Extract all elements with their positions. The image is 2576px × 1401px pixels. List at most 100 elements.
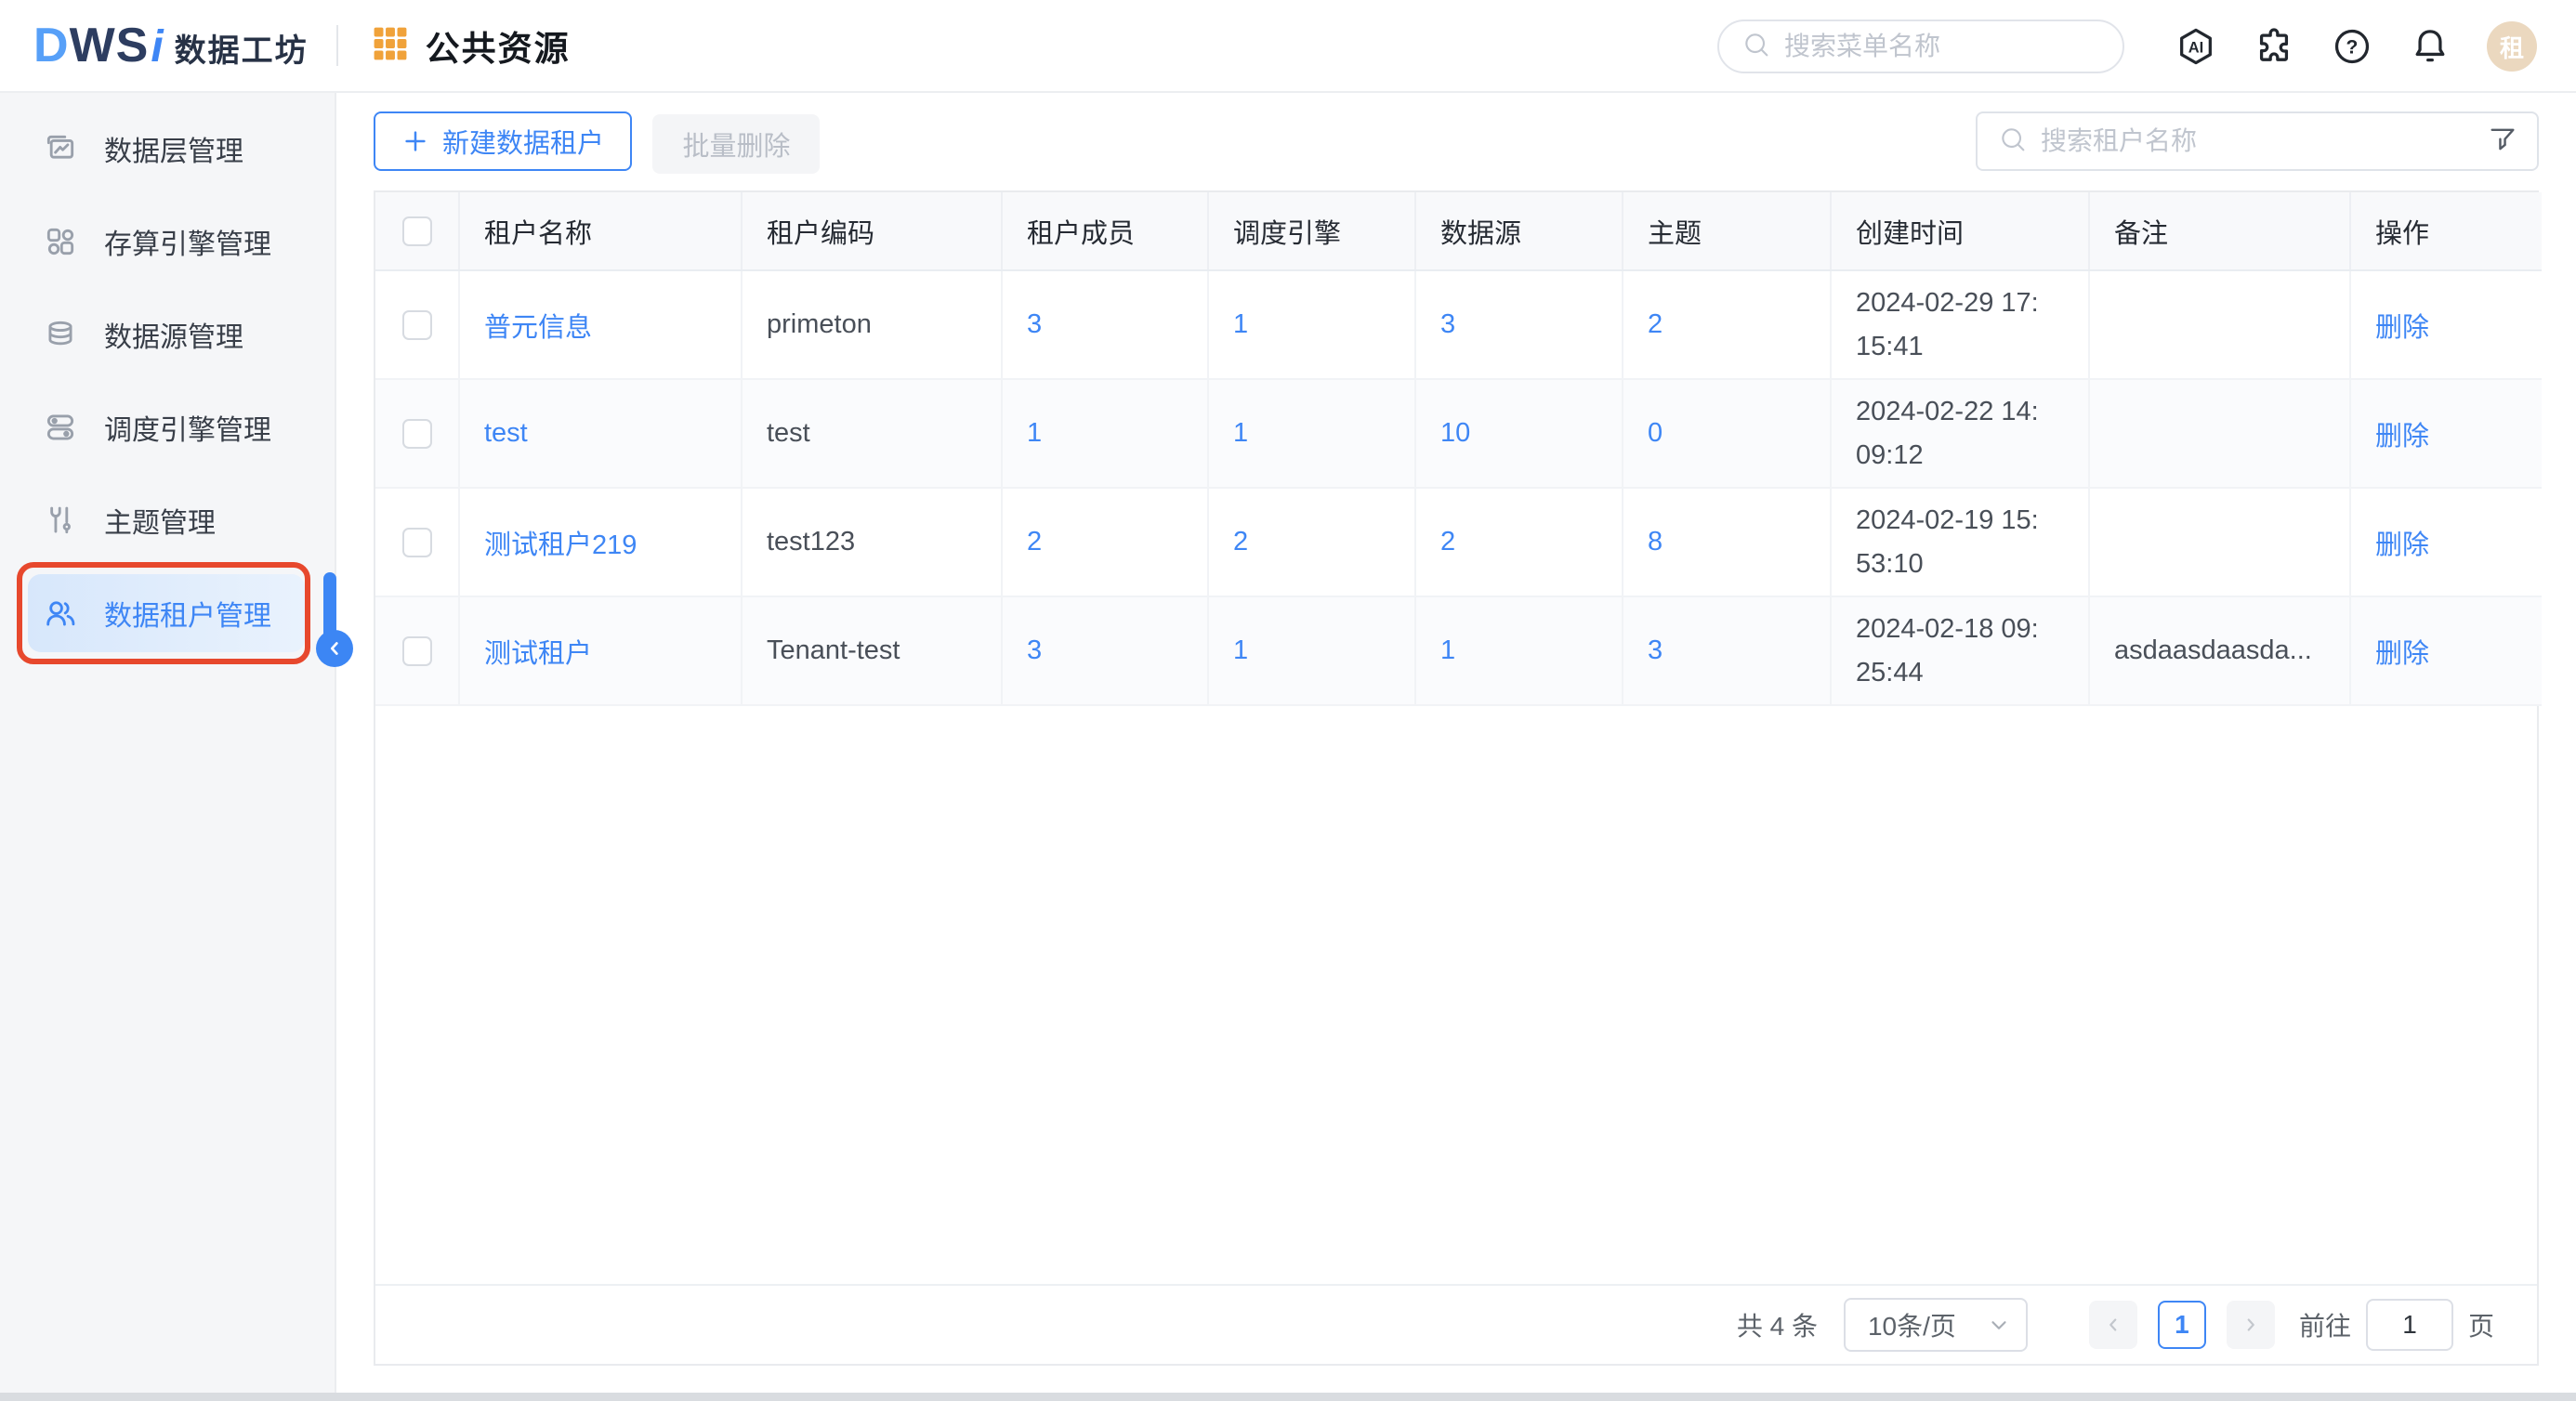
window-bottom-edge: [0, 1393, 2576, 1401]
tenant-search-input[interactable]: [2041, 126, 2474, 156]
remark-cell: [2089, 270, 2350, 379]
page-unit-label: 页: [2468, 1306, 2494, 1343]
datasources-count-link[interactable]: 2: [1440, 527, 1455, 556]
delete-link[interactable]: 删除: [2375, 530, 2429, 560]
tools-icon: [43, 503, 78, 538]
created-time-cell: 2024-02-18 09:25:44: [1831, 596, 2089, 705]
prev-page-button[interactable]: [2089, 1301, 2137, 1349]
search-icon: [1998, 124, 2028, 159]
chevron-left-icon: [2103, 1315, 2123, 1335]
tenant-code-cell: Tenant-test: [742, 596, 1002, 705]
sidebar-item-label: 数据层管理: [104, 128, 243, 169]
column-header: 主题: [1623, 192, 1831, 270]
tenant-name-link[interactable]: 测试租户219: [484, 530, 637, 560]
database-icon: [43, 317, 78, 352]
server-icon: [43, 410, 78, 445]
sidebar-item-3[interactable]: 数据源管理: [0, 288, 335, 381]
tenant-name-link[interactable]: test: [484, 418, 528, 448]
remark-cell: asdaasdaasda...: [2089, 596, 2350, 705]
members-count-link[interactable]: 1: [1027, 418, 1042, 448]
row-checkbox[interactable]: [402, 419, 432, 449]
column-header: 备注: [2089, 192, 2350, 270]
tenant-name-link[interactable]: 测试租户: [484, 639, 592, 669]
chevron-down-icon: [1987, 1313, 2011, 1337]
datasources-count-link[interactable]: 3: [1440, 309, 1455, 339]
page-size-select[interactable]: 10条/页: [1844, 1298, 2028, 1352]
goto-label: 前往: [2299, 1306, 2351, 1343]
engines-count-link[interactable]: 1: [1233, 309, 1248, 339]
datasources-count-link[interactable]: 1: [1440, 635, 1455, 665]
engine-icon: [43, 224, 78, 259]
engines-count-link[interactable]: 2: [1233, 527, 1248, 556]
remark-cell: [2089, 488, 2350, 596]
chevron-right-icon: [2241, 1315, 2261, 1335]
search-icon: [1741, 30, 1771, 64]
delete-link[interactable]: 删除: [2375, 639, 2429, 669]
module-grid-icon: [370, 23, 411, 69]
pagination-bar: 共 4 条 10条/页 1: [375, 1284, 2537, 1364]
avatar[interactable]: 租: [2487, 21, 2537, 72]
notification-icon[interactable]: [2409, 25, 2451, 68]
select-all-checkbox[interactable]: [402, 216, 432, 246]
tenant-search-box[interactable]: [1976, 111, 2539, 171]
sidebar: 数据层管理存算引擎管理数据源管理调度引擎管理主题管理数据租户管理: [0, 93, 336, 1401]
delete-link[interactable]: 删除: [2375, 313, 2429, 343]
sidebar-item-4[interactable]: 调度引擎管理: [0, 381, 335, 474]
topics-count-link[interactable]: 8: [1648, 527, 1663, 556]
menu-search-input[interactable]: [1784, 32, 2113, 61]
help-icon[interactable]: ?: [2331, 25, 2373, 68]
sidebar-item-6[interactable]: 数据租户管理: [28, 574, 305, 652]
sidebar-item-label: 存算引擎管理: [104, 221, 271, 262]
topics-count-link[interactable]: 3: [1648, 635, 1663, 665]
column-header: 租户编码: [742, 192, 1002, 270]
app-module[interactable]: 公共资源: [370, 20, 571, 71]
tenant-table-body: 普元信息primeton31322024-02-29 17:15:41删除tes…: [375, 270, 2542, 705]
members-count-link[interactable]: 3: [1027, 309, 1042, 339]
create-tenant-button[interactable]: 新建数据租户: [374, 111, 632, 171]
row-checkbox[interactable]: [402, 528, 432, 557]
sidebar-collapse-button[interactable]: [316, 630, 353, 667]
members-count-link[interactable]: 2: [1027, 527, 1042, 556]
logo-letter-d: D: [33, 18, 70, 73]
goto-page-input[interactable]: [2366, 1299, 2453, 1351]
logo-letter-ws: WS: [70, 18, 150, 73]
tenant-table-card: 租户名称租户编码租户成员调度引擎数据源主题创建时间备注操作 普元信息primet…: [374, 190, 2539, 1366]
sidebar-item-label: 调度引擎管理: [104, 407, 271, 448]
sidebar-item-label: 数据租户管理: [104, 593, 271, 634]
created-time-cell: 2024-02-29 17:15:41: [1831, 270, 2089, 379]
filter-icon[interactable]: [2487, 124, 2518, 160]
sidebar-item-label: 数据源管理: [104, 314, 243, 355]
table-row: 测试租户 Tenant-test 3 1 1 3 2024-02-18 09:25:44as…: [375, 596, 2542, 705]
row-checkbox[interactable]: [402, 636, 432, 666]
column-header: 租户名称: [459, 192, 742, 270]
table-empty-space: [375, 706, 2537, 1284]
sidebar-item-2[interactable]: 存算引擎管理: [0, 195, 335, 288]
tenant-name-link[interactable]: 普元信息: [484, 313, 592, 343]
ai-icon[interactable]: AI: [2175, 25, 2217, 68]
top-header: D WS i 数据工坊 公共资源: [0, 0, 2576, 93]
sidebar-item-1[interactable]: 数据层管理: [0, 102, 335, 195]
topics-count-link[interactable]: 2: [1648, 309, 1663, 339]
column-header: 操作: [2350, 192, 2542, 270]
created-time-cell: 2024-02-22 14:09:12: [1831, 379, 2089, 488]
engines-count-link[interactable]: 1: [1233, 635, 1248, 665]
members-count-link[interactable]: 3: [1027, 635, 1042, 665]
app-root: D WS i 数据工坊 公共资源: [0, 0, 2576, 1401]
table-row: 测试租户219test12322282024-02-19 15:53:10删除: [375, 488, 2542, 596]
sidebar-item-5[interactable]: 主题管理: [0, 474, 335, 567]
column-header: 创建时间: [1831, 192, 2089, 270]
header-icon-group: AI ? 租: [2175, 0, 2537, 93]
row-checkbox[interactable]: [402, 310, 432, 340]
logo-suffix: 数据工坊: [175, 25, 309, 71]
menu-search-box[interactable]: [1717, 20, 2124, 73]
delete-link[interactable]: 删除: [2375, 422, 2429, 452]
column-header: 调度引擎: [1208, 192, 1415, 270]
topics-count-link[interactable]: 0: [1648, 418, 1663, 448]
goto-page: 前往 页: [2299, 1299, 2494, 1351]
batch-delete-button[interactable]: 批量删除: [652, 114, 820, 174]
current-page-button[interactable]: 1: [2158, 1301, 2206, 1349]
datasources-count-link[interactable]: 10: [1440, 418, 1470, 448]
next-page-button[interactable]: [2227, 1301, 2275, 1349]
engines-count-link[interactable]: 1: [1233, 418, 1248, 448]
plugin-icon[interactable]: [2253, 25, 2295, 68]
